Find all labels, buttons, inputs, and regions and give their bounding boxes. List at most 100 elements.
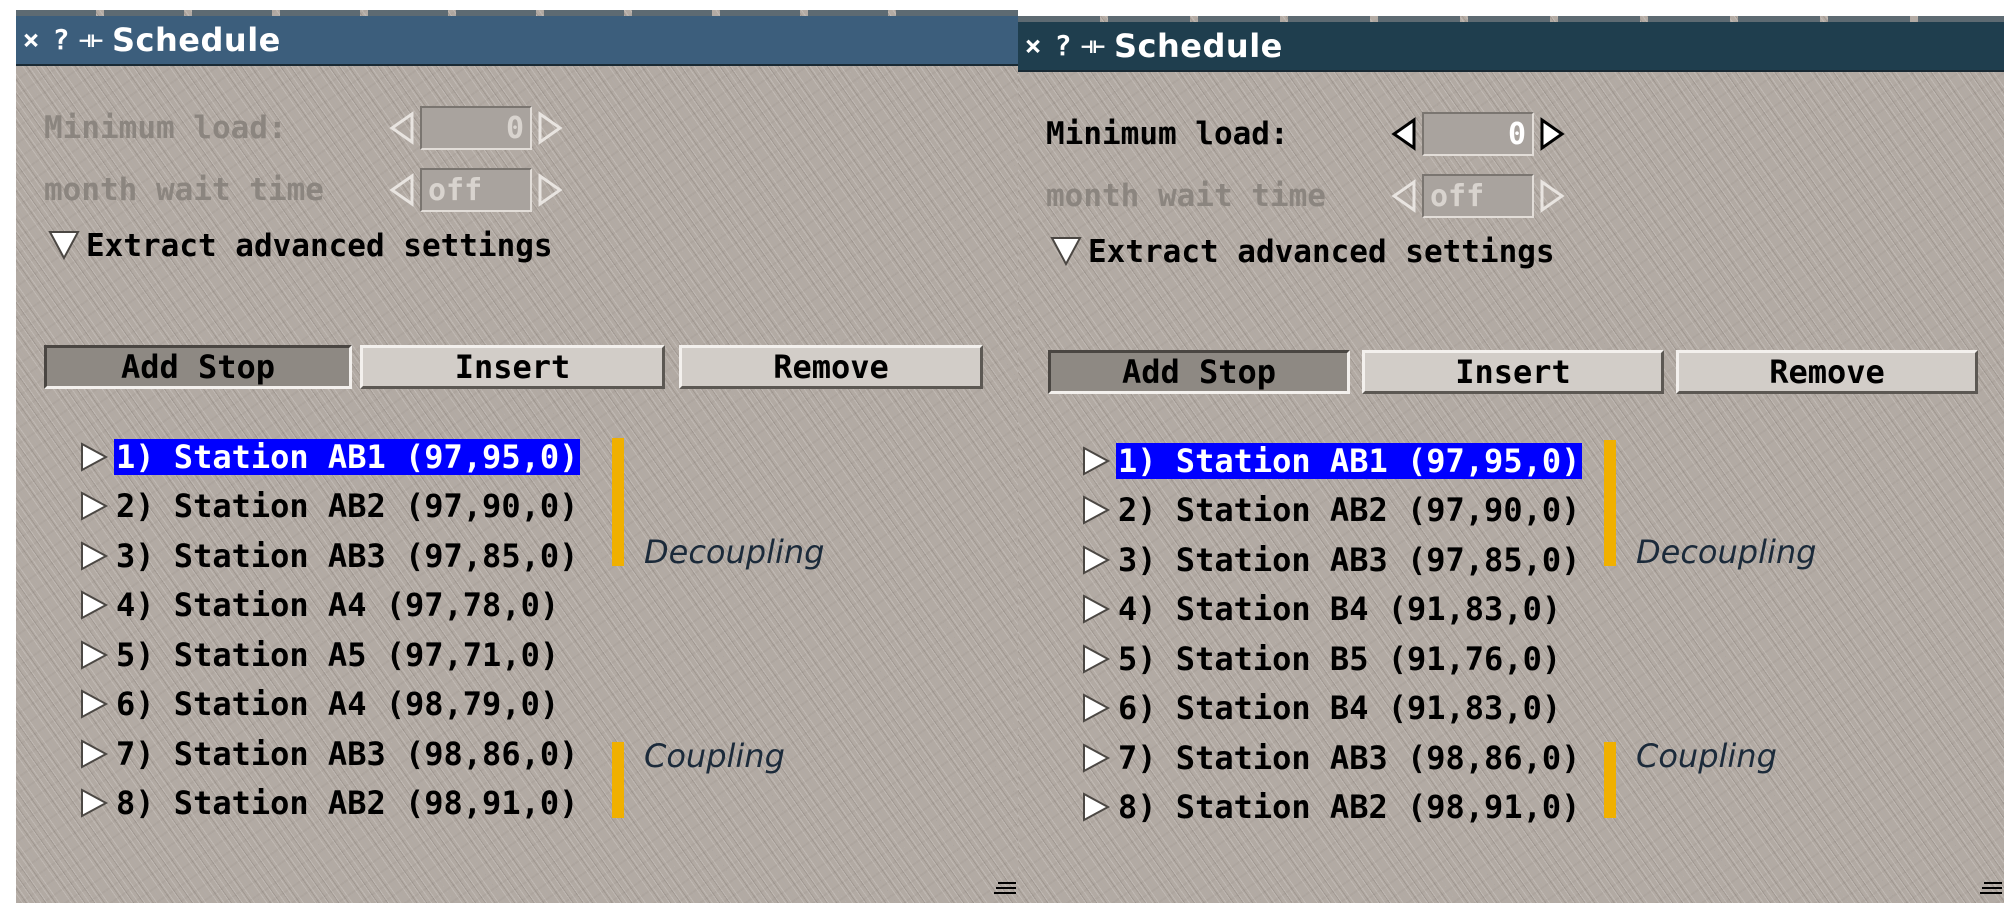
minimum-load-row: Minimum load: 0 [1046, 112, 1570, 156]
stop-item[interactable]: 4) Station B4 (91,83,0) [1080, 585, 1582, 635]
stop-label: 4) Station A4 (97,78,0) [116, 586, 560, 625]
stop-label: 3) Station AB3 (97,85,0) [116, 536, 579, 575]
extract-advanced-toggle[interactable]: Extract advanced settings [1048, 230, 1555, 274]
arrow-right-icon[interactable] [1534, 174, 1570, 218]
stop-item[interactable]: 5) Station A5 (97,71,0) [78, 630, 580, 680]
close-icon[interactable]: × [1020, 22, 1046, 70]
close-icon[interactable]: × [18, 16, 44, 64]
triangle-right-icon [1080, 733, 1116, 783]
stop-label: 5) Station A5 (97,71,0) [116, 635, 560, 674]
stop-label: 1) Station AB1 (97,95,0) [1116, 441, 1583, 480]
stop-label: 1) Station AB1 (97,95,0) [114, 437, 581, 476]
minimum-load-field[interactable]: 0 [1422, 112, 1534, 156]
title-bar: × ? ⊣⊢ Schedule [16, 16, 1018, 66]
triangle-right-icon [1080, 684, 1116, 734]
extract-advanced-label: Extract advanced settings [1088, 234, 1555, 270]
month-wait-field[interactable]: off [1422, 174, 1534, 218]
resize-grip-icon[interactable] [994, 877, 1016, 897]
stop-item[interactable]: 1) Station AB1 (97,95,0) [1080, 436, 1583, 486]
decoupling-bar [612, 438, 624, 566]
coupling-annotation: Coupling [1636, 737, 1777, 775]
schedule-window-left: × ? ⊣⊢ Schedule Minimum load: 0 month wa… [16, 0, 1018, 903]
stop-label: 2) Station AB2 (97,90,0) [116, 487, 579, 526]
stop-item[interactable]: 2) Station AB2 (97,90,0) [1080, 486, 1582, 536]
stop-label: 5) Station B5 (91,76,0) [1118, 639, 1562, 678]
stop-label: 6) Station A4 (98,79,0) [116, 685, 560, 724]
stop-label: 2) Station AB2 (97,90,0) [1118, 491, 1581, 530]
stop-label: 7) Station AB3 (98,86,0) [116, 734, 579, 773]
decoupling-annotation: Decoupling [1636, 533, 1817, 571]
window-title: Schedule [1114, 27, 1283, 65]
arrow-right-icon[interactable] [532, 168, 568, 212]
top-strip [1018, 0, 2004, 22]
stop-item[interactable]: 2) Station AB2 (97,90,0) [78, 482, 580, 532]
triangle-right-icon [78, 581, 114, 631]
triangle-right-icon [78, 531, 114, 581]
triangle-down-icon [1048, 232, 1084, 272]
insert-button[interactable]: Insert [1362, 350, 1664, 394]
minimum-load-label: Minimum load: [44, 110, 287, 146]
stop-item[interactable]: 5) Station B5 (91,76,0) [1080, 634, 1582, 684]
arrow-left-icon[interactable] [1386, 174, 1422, 218]
top-strip [16, 0, 1018, 16]
arrow-right-icon[interactable] [1534, 112, 1570, 156]
extract-advanced-toggle[interactable]: Extract advanced settings [46, 224, 553, 268]
add-stop-button[interactable]: Add Stop [44, 345, 352, 389]
coupling-annotation: Coupling [644, 737, 785, 775]
coupling-bar [1604, 742, 1616, 818]
button-row: Add Stop Insert Remove [44, 345, 983, 389]
stop-label: 4) Station B4 (91,83,0) [1118, 590, 1562, 629]
month-wait-field[interactable]: off [420, 168, 532, 212]
stop-list: 1) Station AB1 (97,95,0) 2) Station AB2 … [1080, 436, 1583, 833]
stop-item[interactable]: 8) Station AB2 (98,91,0) [78, 779, 580, 829]
triangle-right-icon [1080, 535, 1116, 585]
help-icon[interactable]: ? [1050, 22, 1076, 70]
remove-button[interactable]: Remove [679, 345, 983, 389]
minimum-load-row: Minimum load: 0 [44, 106, 568, 150]
stop-label: 8) Station AB2 (98,91,0) [116, 784, 579, 823]
triangle-right-icon [78, 630, 114, 680]
triangle-down-icon [46, 226, 82, 266]
triangle-right-icon [1080, 585, 1116, 635]
month-wait-row: month wait time off [44, 168, 568, 212]
button-row: Add Stop Insert Remove [1048, 350, 1978, 394]
stop-item[interactable]: 1) Station AB1 (97,95,0) [78, 432, 581, 482]
stop-item[interactable]: 3) Station AB3 (97,85,0) [1080, 535, 1582, 585]
triangle-right-icon [1080, 486, 1116, 536]
pin-icon[interactable]: ⊣⊢ [78, 16, 104, 64]
remove-button[interactable]: Remove [1676, 350, 1978, 394]
decoupling-annotation: Decoupling [644, 533, 825, 571]
stop-item[interactable]: 7) Station AB3 (98,86,0) [1080, 733, 1582, 783]
arrow-right-icon[interactable] [532, 106, 568, 150]
stop-label: 6) Station B4 (91,83,0) [1118, 689, 1562, 728]
arrow-left-icon[interactable] [1386, 112, 1422, 156]
insert-button[interactable]: Insert [360, 345, 665, 389]
schedule-window-right: × ? ⊣⊢ Schedule Minimum load: 0 month wa… [1018, 0, 2004, 903]
triangle-right-icon [1080, 634, 1116, 684]
stop-item[interactable]: 7) Station AB3 (98,86,0) [78, 729, 580, 779]
minimum-load-field[interactable]: 0 [420, 106, 532, 150]
add-stop-button[interactable]: Add Stop [1048, 350, 1350, 394]
stop-item[interactable]: 4) Station A4 (97,78,0) [78, 581, 580, 631]
extract-advanced-label: Extract advanced settings [86, 228, 553, 264]
month-wait-label: month wait time [44, 172, 324, 208]
triangle-right-icon [78, 729, 114, 779]
help-icon[interactable]: ? [48, 16, 74, 64]
arrow-left-icon[interactable] [384, 106, 420, 150]
minimum-load-label: Minimum load: [1046, 116, 1289, 152]
triangle-right-icon [78, 432, 114, 482]
decoupling-bar [1604, 440, 1616, 566]
window-title: Schedule [112, 21, 281, 59]
stop-item[interactable]: 8) Station AB2 (98,91,0) [1080, 783, 1582, 833]
stop-list: 1) Station AB1 (97,95,0) 2) Station AB2 … [78, 432, 581, 829]
stop-item[interactable]: 6) Station A4 (98,79,0) [78, 680, 580, 730]
stop-label: 3) Station AB3 (97,85,0) [1118, 540, 1581, 579]
month-wait-label: month wait time [1046, 178, 1326, 214]
arrow-left-icon[interactable] [384, 168, 420, 212]
resize-grip-icon[interactable] [1980, 877, 2002, 897]
stop-item[interactable]: 6) Station B4 (91,83,0) [1080, 684, 1582, 734]
title-bar: × ? ⊣⊢ Schedule [1018, 22, 2004, 72]
pin-icon[interactable]: ⊣⊢ [1080, 22, 1106, 70]
triangle-right-icon [1080, 783, 1116, 833]
stop-item[interactable]: 3) Station AB3 (97,85,0) [78, 531, 580, 581]
